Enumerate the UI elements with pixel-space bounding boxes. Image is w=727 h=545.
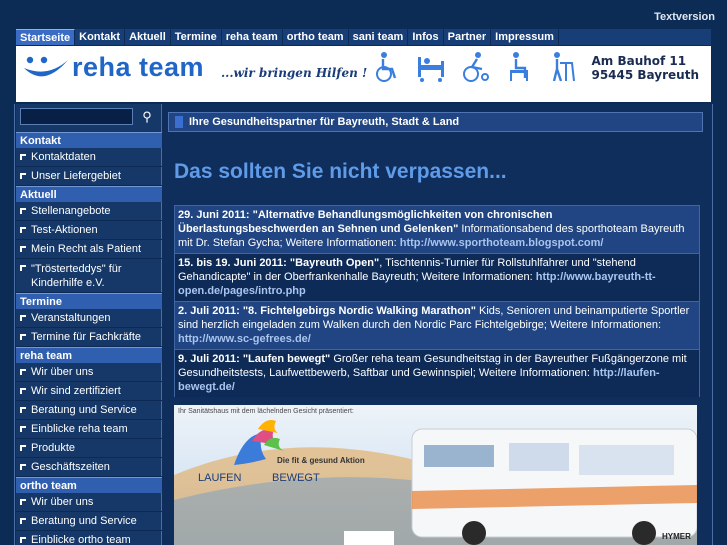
sidebar-section-aktuell[interactable]: Aktuell xyxy=(16,186,162,202)
bullet-icon xyxy=(20,426,26,432)
content-header-title: Ihre Gesundheitspartner für Bayreuth, St… xyxy=(189,116,460,128)
smile-logo-icon xyxy=(24,56,68,77)
search-input[interactable] xyxy=(20,108,133,125)
sidebar: ⚲ Kontakt Kontaktdaten Unser Liefergebie… xyxy=(16,104,162,545)
brand-name: reha team xyxy=(72,52,205,82)
sidebar-section-ortho-team[interactable]: ortho team xyxy=(16,477,162,493)
address-city: 95445 Bayreuth xyxy=(591,68,699,82)
event-item: 9. Juli 2011: "Laufen bewegt" Großer reh… xyxy=(174,349,700,397)
photo-logo-left: LAUFEN xyxy=(198,472,241,484)
sidebar-item-einblicke-reha[interactable]: Einblicke reha team xyxy=(16,420,162,439)
nav-startseite[interactable]: Startseite xyxy=(16,29,76,45)
bullet-icon xyxy=(20,246,26,252)
bullet-icon xyxy=(20,315,26,321)
sidebar-item-liefergebiet[interactable]: Unser Liefergebiet xyxy=(16,167,162,186)
event-item: 2. Juli 2011: "8. Fichtelgebirgs Nordic … xyxy=(174,301,700,349)
nav-partner[interactable]: Partner xyxy=(444,29,492,45)
bullet-icon xyxy=(20,537,26,543)
event-item: 15. bis 19. Juni 2011: "Bayreuth Open", … xyxy=(174,253,700,301)
bullet-icon xyxy=(20,445,26,451)
event-title: 15. bis 19. Juni 2011: "Bayreuth Open" xyxy=(178,257,380,269)
sidebar-item-termine-fachkraefte[interactable]: Termine für Fachkräfte xyxy=(16,328,162,347)
bullet-icon xyxy=(20,208,26,214)
page-title: Das sollten Sie nicht verpassen... xyxy=(174,160,507,183)
top-bar: Textversion xyxy=(0,0,727,28)
event-title: 9. Juli 2011: "Laufen bewegt" xyxy=(178,353,331,365)
bullet-icon xyxy=(20,407,26,413)
address-block: Am Bauhof 11 95445 Bayreuth xyxy=(591,54,699,82)
event-link[interactable]: http://www.sc-gefrees.de/ xyxy=(178,333,311,345)
event-list: 29. Juni 2011: "Alternative Behandlungsm… xyxy=(174,205,700,397)
care-bed-icon xyxy=(418,57,444,82)
motorhome-illustration: Die fit & gesund Aktion LAUFEN BEWEGT HY… xyxy=(174,420,697,545)
photo-logo-subtitle: Die fit & gesund Aktion xyxy=(277,456,365,465)
wheelchair-icon xyxy=(376,52,397,82)
sidebar-item-einblicke-ortho[interactable]: Einblicke ortho team xyxy=(16,531,162,545)
sidebar-item-ortho-ueber-uns[interactable]: Wir über uns xyxy=(16,493,162,512)
product-icons xyxy=(372,51,578,83)
sidebar-item-troesterteddys[interactable]: "Trösterteddys" für Kinderhilfe e.V. xyxy=(16,259,162,293)
toilet-chair-icon xyxy=(510,52,528,81)
sidebar-item-veranstaltungen[interactable]: Veranstaltungen xyxy=(16,309,162,328)
sidebar-item-geschaeftszeiten[interactable]: Geschäftszeiten xyxy=(16,458,162,477)
bullet-icon xyxy=(20,369,26,375)
bullet-icon xyxy=(20,518,26,524)
nav-impressum[interactable]: Impressum xyxy=(491,29,559,45)
sidebar-item-reha-beratung[interactable]: Beratung und Service xyxy=(16,401,162,420)
sidebar-item-ortho-beratung[interactable]: Beratung und Service xyxy=(16,512,162,531)
sidebar-item-produkte[interactable]: Produkte xyxy=(16,439,162,458)
nav-sani-team[interactable]: sani team xyxy=(349,29,409,45)
search-icon[interactable]: ⚲ xyxy=(136,108,158,125)
bullet-icon xyxy=(20,227,26,233)
bullet-icon xyxy=(20,499,26,505)
sidebar-item-test-aktionen[interactable]: Test-Aktionen xyxy=(16,221,162,240)
sidebar-item-reha-ueber-uns[interactable]: Wir über uns xyxy=(16,363,162,382)
content-header: Ihre Gesundheitspartner für Bayreuth, St… xyxy=(168,112,703,132)
bullet-icon xyxy=(20,173,26,179)
laufen-bewegt-photo[interactable]: Ihr Sanitätshaus mit dem lächelnden Gesi… xyxy=(174,405,697,545)
event-title: 2. Juli 2011: "8. Fichtelgebirgs Nordic … xyxy=(178,305,476,317)
nav-infos[interactable]: Infos xyxy=(408,29,444,45)
address-street: Am Bauhof 11 xyxy=(591,54,687,68)
slogan: ...wir bringen Hilfen ! xyxy=(221,66,368,80)
sidebar-menu: Kontakt Kontaktdaten Unser Liefergebiet … xyxy=(16,132,162,545)
nav-aktuell[interactable]: Aktuell xyxy=(125,29,171,45)
sidebar-item-patientenrecht[interactable]: Mein Recht als Patient xyxy=(16,240,162,259)
bullet-icon xyxy=(20,154,26,160)
photo-logo-right: BEWEGT xyxy=(272,472,320,484)
rv-brand-label: HYMER xyxy=(662,532,691,541)
sidebar-item-stellenangebote[interactable]: Stellenangebote xyxy=(16,202,162,221)
nav-reha-team[interactable]: reha team xyxy=(222,29,283,45)
walker-icon xyxy=(552,52,575,82)
main-navigation: Startseite Kontakt Aktuell Termine reha … xyxy=(16,29,711,45)
nav-kontakt[interactable]: Kontakt xyxy=(75,29,126,45)
textversion-link[interactable]: Textversion xyxy=(654,11,715,23)
event-item: 29. Juni 2011: "Alternative Behandlungsm… xyxy=(174,205,700,253)
nav-termine[interactable]: Termine xyxy=(171,29,222,45)
sidebar-section-reha-team[interactable]: reha team xyxy=(16,347,162,363)
header-banner: reha team ...wir bringen Hilfen ! Am Bau… xyxy=(16,46,711,102)
sidebar-item-zertifiziert[interactable]: Wir sind zertifiziert xyxy=(16,382,162,401)
sidebar-section-kontakt[interactable]: Kontakt xyxy=(16,132,162,148)
header-marker xyxy=(175,116,183,128)
sidebar-section-termine[interactable]: Termine xyxy=(16,293,162,309)
bullet-icon xyxy=(20,464,26,470)
main-content: Ihre Gesundheitspartner für Bayreuth, St… xyxy=(166,104,711,545)
bullet-icon xyxy=(20,334,26,340)
bullet-icon xyxy=(20,388,26,394)
sport-wheelchair-icon xyxy=(463,52,489,82)
sidebar-item-kontaktdaten[interactable]: Kontaktdaten xyxy=(16,148,162,167)
event-link[interactable]: http://www.sporthoteam.blogspot.com/ xyxy=(400,237,604,249)
bullet-icon xyxy=(20,265,26,271)
nav-ortho-team[interactable]: ortho team xyxy=(283,29,349,45)
